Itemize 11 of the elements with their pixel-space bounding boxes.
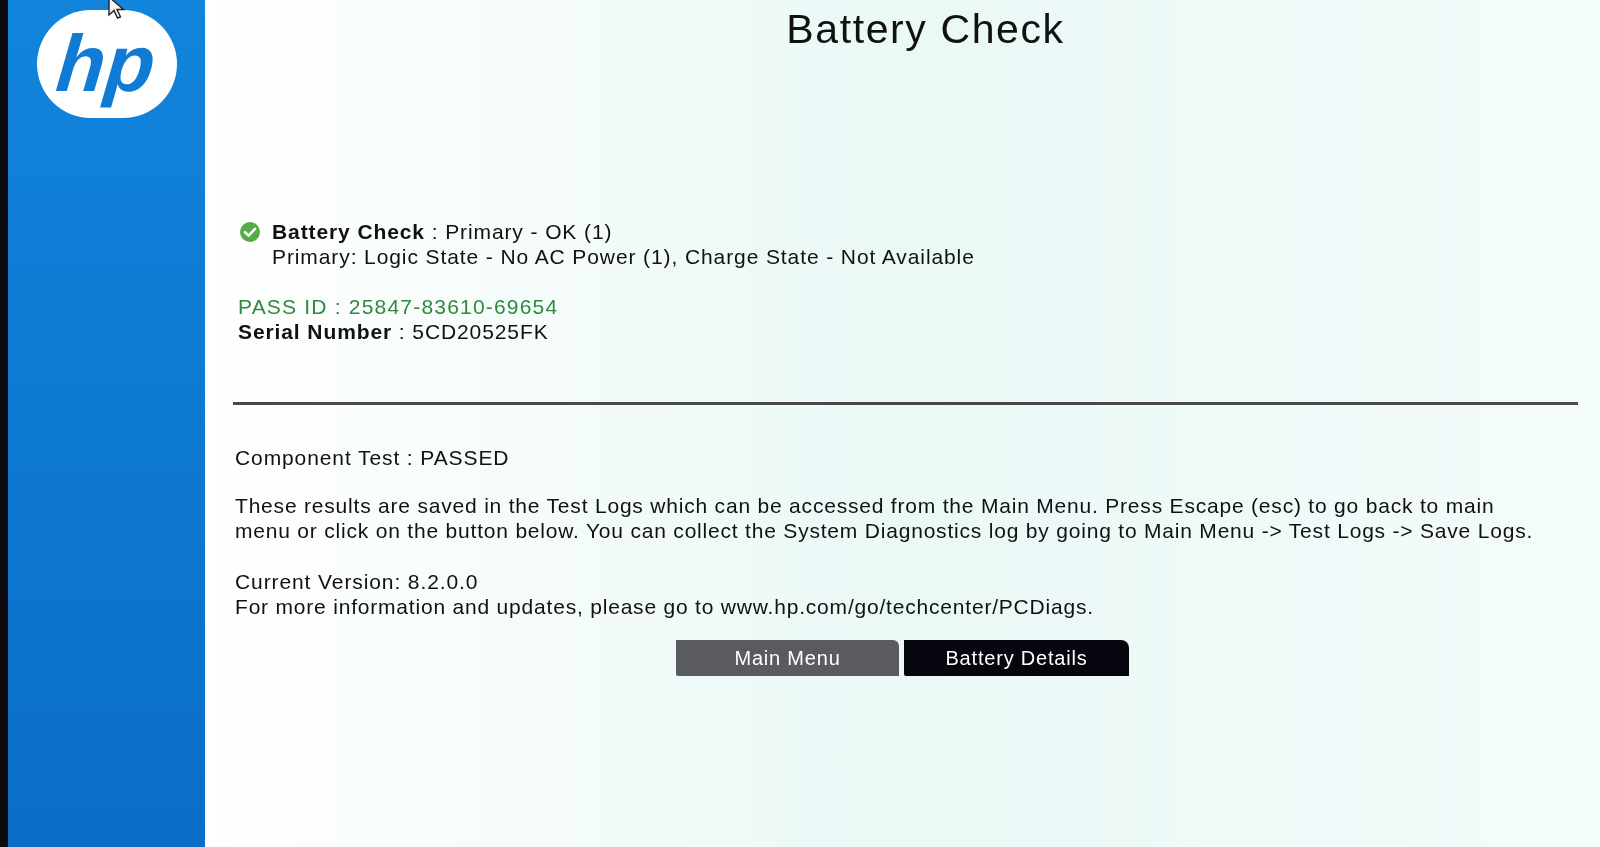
results-message: These results are saved in the Test Logs which can be accessed from the Main Menu. Press Escape (esc) to go back to main menu or click on the button below. You can collect the System Diagnostics log by going to Main Menu -> Test Logs -> Save Logs. <box>235 493 1535 543</box>
battery-state-detail: Primary: Logic State - No AC Power (1), Charge State - Not Available <box>272 244 975 269</box>
current-version: Current Version: 8.2.0.0 <box>235 569 479 594</box>
battery-check-result: Battery Check : Primary - OK (1) <box>272 219 613 244</box>
dialog-button[interactable]: Battery Details <box>904 640 1129 676</box>
more-info-text: For more information and updates, please go to www.hp.com/go/techcenter/PCDiags. <box>235 594 1094 619</box>
page-title: Battery Check <box>786 6 1065 52</box>
pass-id: PASS ID : 25847-83610-69654 <box>238 294 559 319</box>
serial-number: Serial Number : 5CD20525FK <box>238 319 549 344</box>
component-test-result: Component Test : PASSED <box>235 445 510 470</box>
dialog-button[interactable]: Main Menu <box>676 640 899 676</box>
